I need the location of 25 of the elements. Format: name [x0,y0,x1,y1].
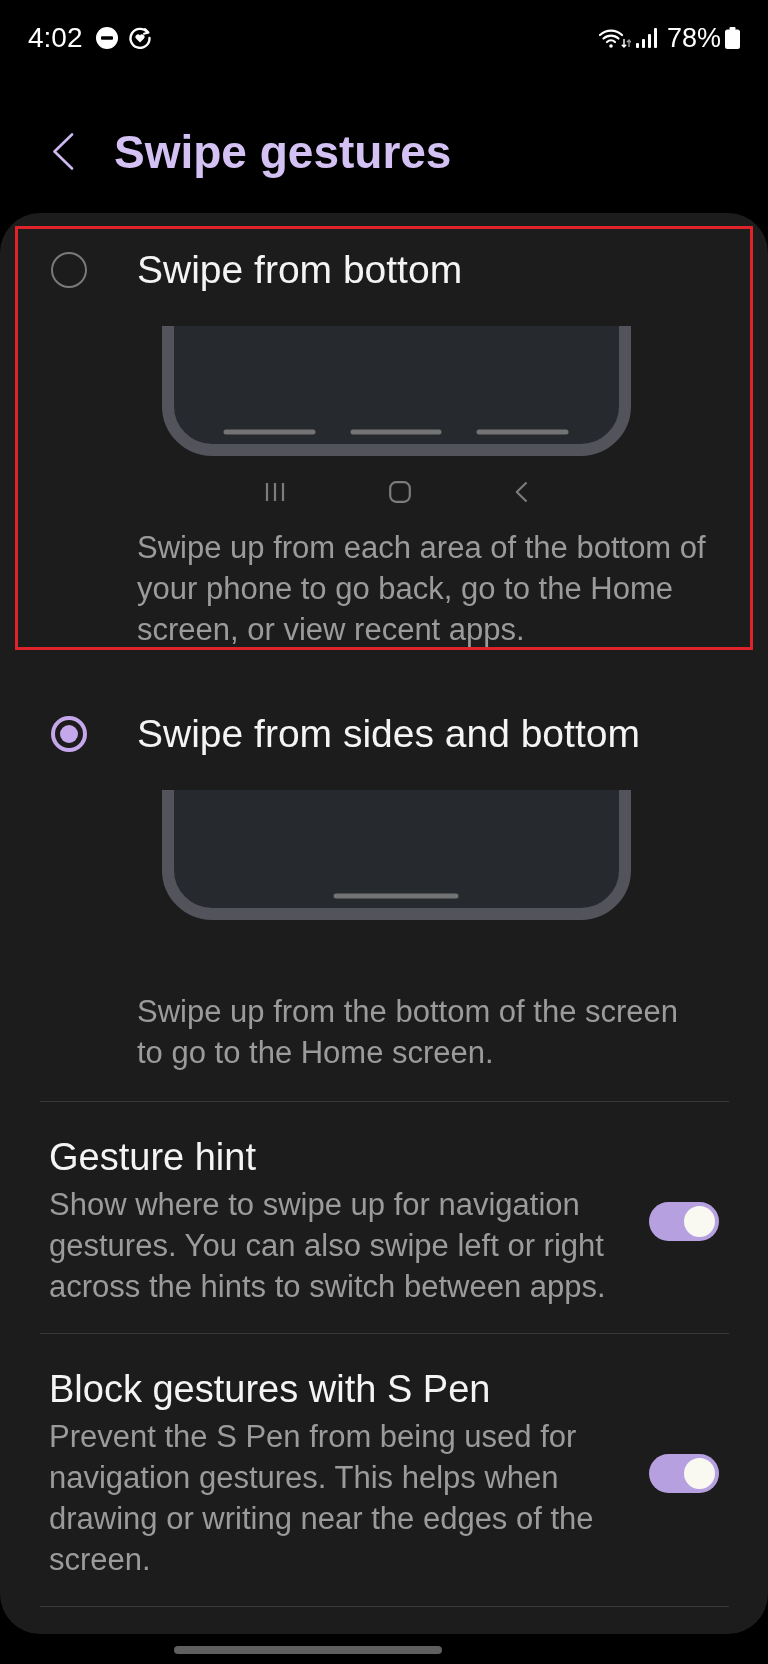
setting-title: Gesture hint [49,1135,257,1179]
page-title: Swipe gestures [114,124,452,180]
radio-button[interactable] [51,252,87,288]
status-time: 4:02 [28,22,83,54]
recents-icon [265,481,285,503]
signal-icon [635,28,657,48]
toggle-switch[interactable] [649,1201,719,1241]
option-title: Swipe from sides and bottom [137,712,640,756]
home-icon [389,481,411,503]
setting-description: Prevent the S Pen from being used for navigation gestures. This helps when drawing or writing near the edges of the screen. [49,1418,595,1579]
heart-circle-icon [128,27,151,49]
battery-percentage: 78% [666,22,721,54]
back-icon [52,133,74,170]
back-icon [515,481,528,503]
setting-description: Show where to swipe up for navigation gestures. You can also swipe left or right across the hints to switch between apps. [49,1186,607,1306]
setting-title: Block gestures with S Pen [49,1367,492,1411]
option-title: Swipe from bottom [137,248,463,292]
battery-icon [725,27,740,49]
wifi-icon [598,27,631,49]
option-description: Swipe up from the bottom of the screen to go to the Home screen. [137,993,680,1072]
toggle-switch[interactable] [649,1454,719,1493]
do-not-disturb-icon [95,27,118,49]
option-description: Swipe up from each area of the bottom of your phone to go back, go to the Home screen, or view recent apps. [137,529,707,649]
radio-button[interactable] [51,716,87,752]
back-button[interactable] [51,131,75,172]
